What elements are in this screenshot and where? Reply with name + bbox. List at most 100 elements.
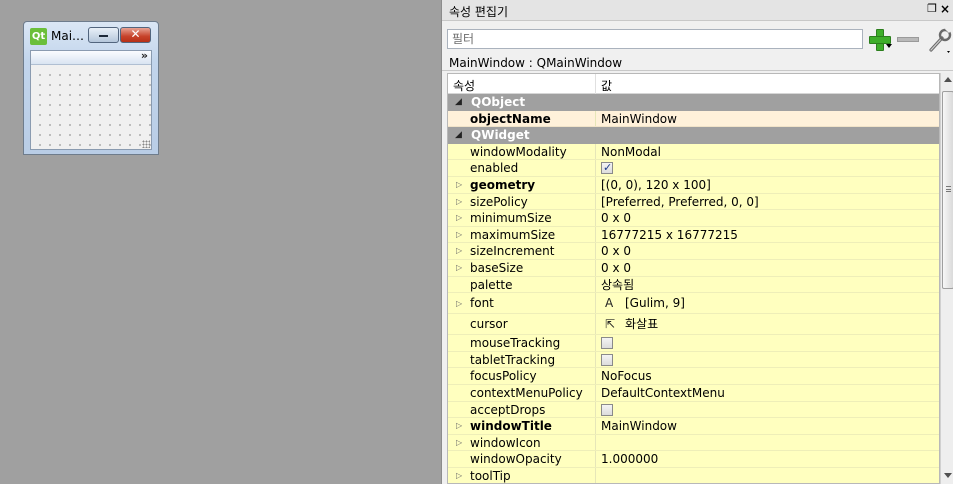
property-checkbox[interactable] bbox=[601, 160, 613, 176]
cell-divider bbox=[595, 467, 596, 483]
close-button[interactable]: ✕ bbox=[120, 27, 151, 43]
form-toolbar[interactable]: » bbox=[31, 49, 151, 65]
remove-property-icon[interactable] bbox=[897, 37, 919, 42]
collapse-icon[interactable]: ◢ bbox=[455, 94, 462, 110]
property-row-context-menu-policy[interactable]: contextMenuPolicy DefaultContextMenu bbox=[448, 384, 939, 402]
property-value[interactable]: MainWindow bbox=[601, 111, 677, 127]
property-row-palette[interactable]: palette 상속됨 bbox=[448, 276, 939, 294]
form-window-title: Mai… bbox=[51, 29, 85, 43]
expand-arrow-icon[interactable]: ▷ bbox=[456, 418, 462, 434]
cell-divider bbox=[595, 368, 596, 384]
property-row-tool-tip[interactable]: ▷ toolTip bbox=[448, 467, 939, 483]
property-name: windowTitle bbox=[470, 419, 552, 434]
cell-divider bbox=[595, 210, 596, 226]
dock-close-icon[interactable]: × bbox=[940, 2, 950, 16]
vertical-scrollbar[interactable] bbox=[940, 73, 953, 484]
property-name: tabletTracking bbox=[470, 352, 556, 367]
column-divider[interactable] bbox=[595, 74, 596, 94]
filter-input[interactable] bbox=[447, 29, 863, 49]
property-row-window-opacity[interactable]: windowOpacity 1.000000 bbox=[448, 451, 939, 468]
add-property-icon[interactable] bbox=[867, 28, 891, 52]
expand-arrow-icon[interactable]: ▷ bbox=[456, 468, 462, 483]
property-value[interactable]: [Gulim, 9] bbox=[625, 293, 685, 314]
property-row-minimum-size[interactable]: ▷ minimumSize 0 x 0 bbox=[448, 210, 939, 227]
property-name: mouseTracking bbox=[470, 336, 561, 351]
property-row-enabled[interactable]: enabled bbox=[448, 160, 939, 177]
expand-arrow-icon[interactable]: ▷ bbox=[456, 194, 462, 210]
cell-divider bbox=[595, 418, 596, 434]
property-row-cursor[interactable]: cursor ⇱ 화살표 bbox=[448, 314, 939, 336]
property-checkbox[interactable] bbox=[601, 403, 613, 416]
property-value[interactable]: DefaultContextMenu bbox=[601, 385, 725, 401]
cell-divider bbox=[595, 143, 596, 160]
float-dock-icon[interactable]: ❐ bbox=[927, 2, 937, 16]
property-name: enabled bbox=[470, 161, 519, 176]
expand-arrow-icon[interactable]: ▷ bbox=[456, 435, 462, 451]
column-header-property[interactable]: 속성 bbox=[453, 77, 475, 94]
add-dropdown-arrow-icon[interactable] bbox=[886, 44, 892, 48]
property-row-tablet-tracking[interactable]: tabletTracking bbox=[448, 351, 939, 369]
font-icon: A bbox=[605, 296, 614, 311]
form-design-grid[interactable] bbox=[31, 66, 151, 149]
scroll-up-icon[interactable] bbox=[944, 77, 952, 82]
cell-divider bbox=[595, 276, 596, 293]
property-name: toolTip bbox=[470, 468, 511, 483]
column-header-value[interactable]: 값 bbox=[601, 77, 612, 94]
property-name: baseSize bbox=[470, 260, 524, 275]
cell-divider bbox=[595, 243, 596, 259]
property-name: focusPolicy bbox=[470, 369, 537, 384]
property-row-window-title[interactable]: ▷ windowTitle MainWindow bbox=[448, 418, 939, 435]
property-value[interactable]: 16777215 x 16777215 bbox=[601, 227, 738, 243]
expand-arrow-icon[interactable]: ▷ bbox=[456, 210, 462, 226]
property-name: maximumSize bbox=[470, 227, 556, 242]
property-tree[interactable]: 속성 값 ◢ QObject objectName MainWindow ◢ QWidge… bbox=[447, 73, 940, 484]
property-value[interactable]: NoFocus bbox=[601, 368, 652, 384]
expand-arrow-icon[interactable]: ▷ bbox=[456, 177, 462, 193]
form-titlebar[interactable]: Qt Mai… ✕ bbox=[24, 22, 158, 50]
collapse-icon[interactable]: ◢ bbox=[455, 127, 462, 143]
property-value[interactable]: [(0, 0), 120 x 100] bbox=[601, 177, 711, 193]
dock-titlebar[interactable]: 속성 편집기 ❐ × bbox=[442, 0, 953, 21]
toolbar-extension-icon[interactable]: » bbox=[141, 49, 148, 62]
property-row-object-name[interactable]: objectName MainWindow bbox=[448, 110, 939, 128]
scroll-down-icon[interactable] bbox=[944, 473, 952, 478]
form-client-area[interactable]: » bbox=[30, 49, 152, 150]
property-row-mouse-tracking[interactable]: mouseTracking bbox=[448, 335, 939, 352]
expand-arrow-icon[interactable]: ▷ bbox=[456, 227, 462, 243]
wrench-icon[interactable] bbox=[927, 26, 953, 53]
scroll-thumb[interactable] bbox=[942, 91, 953, 289]
property-row-size-policy[interactable]: ▷ sizePolicy [Preferred, Preferred, 0, 0] bbox=[448, 193, 939, 211]
minimize-button[interactable] bbox=[88, 27, 119, 43]
property-name: windowModality bbox=[470, 144, 567, 159]
group-row-qwidget[interactable]: ◢ QWidget bbox=[448, 127, 939, 144]
property-name: minimumSize bbox=[470, 211, 552, 226]
property-name: acceptDrops bbox=[470, 402, 546, 417]
property-value[interactable]: 0 x 0 bbox=[601, 243, 631, 259]
size-grip-icon[interactable] bbox=[142, 140, 150, 148]
property-value[interactable]: 0 x 0 bbox=[601, 260, 631, 276]
property-checkbox[interactable] bbox=[601, 337, 613, 350]
property-row-window-icon[interactable]: ▷ windowIcon bbox=[448, 434, 939, 452]
property-value[interactable]: NonModal bbox=[601, 144, 661, 160]
property-row-accept-drops[interactable]: acceptDrops bbox=[448, 401, 939, 419]
expand-arrow-icon[interactable]: ▷ bbox=[456, 260, 462, 276]
property-name: objectName bbox=[470, 111, 551, 126]
property-value[interactable]: 0 x 0 bbox=[601, 210, 631, 226]
property-value[interactable]: MainWindow bbox=[601, 418, 677, 434]
property-value[interactable]: 1.000000 bbox=[601, 451, 658, 467]
property-value[interactable]: 화살표 bbox=[625, 314, 658, 335]
property-value[interactable]: 상속됨 bbox=[601, 277, 634, 293]
property-value[interactable]: [Preferred, Preferred, 0, 0] bbox=[601, 194, 759, 210]
property-row-geometry[interactable]: ▷ geometry [(0, 0), 120 x 100] bbox=[448, 176, 939, 194]
property-row-font[interactable]: ▷ font A [Gulim, 9] bbox=[448, 293, 939, 315]
expand-arrow-icon[interactable]: ▷ bbox=[456, 293, 462, 314]
property-row-focus-policy[interactable]: focusPolicy NoFocus bbox=[448, 368, 939, 385]
expand-arrow-icon[interactable]: ▷ bbox=[456, 243, 462, 259]
property-row-size-increment[interactable]: ▷ sizeIncrement 0 x 0 bbox=[448, 243, 939, 260]
property-row-window-modality[interactable]: windowModality NonModal bbox=[448, 143, 939, 161]
form-preview-window[interactable]: Qt Mai… ✕ » bbox=[23, 21, 159, 155]
group-row-qobject[interactable]: ◢ QObject bbox=[448, 94, 939, 111]
property-row-maximum-size[interactable]: ▷ maximumSize 16777215 x 16777215 bbox=[448, 226, 939, 244]
property-checkbox[interactable] bbox=[601, 353, 613, 366]
property-row-base-size[interactable]: ▷ baseSize 0 x 0 bbox=[448, 259, 939, 277]
